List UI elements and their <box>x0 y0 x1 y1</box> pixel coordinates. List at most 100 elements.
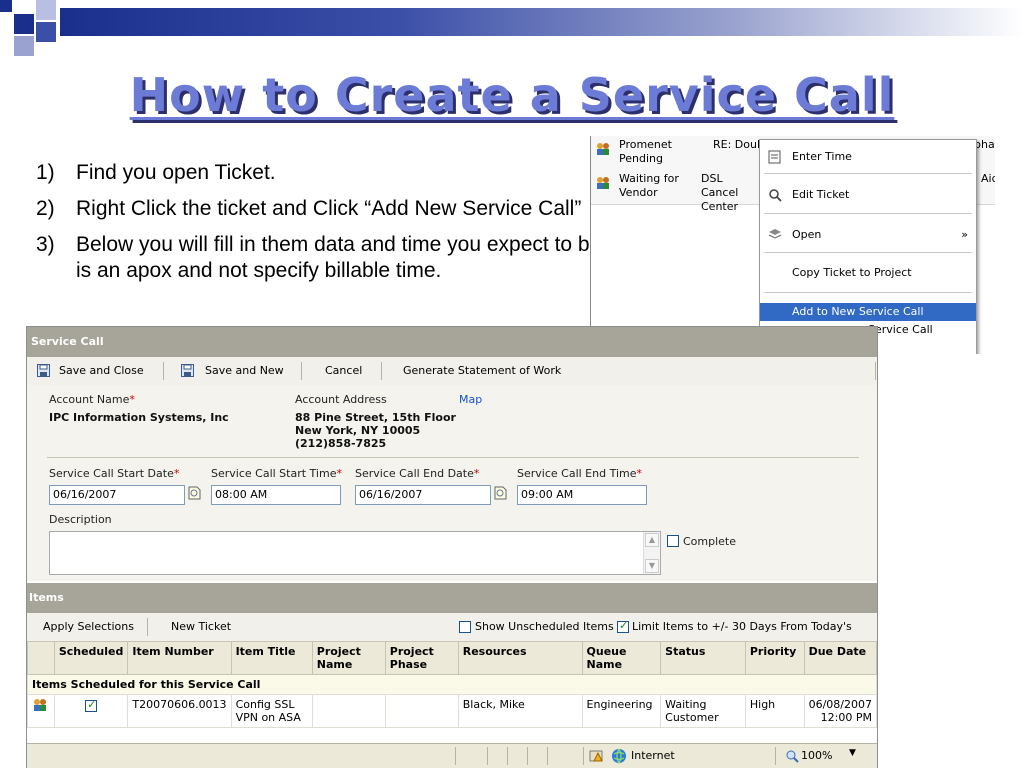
menu-separator <box>764 292 972 293</box>
cancel-button[interactable]: Cancel <box>325 357 362 385</box>
items-toolbar: Apply Selections New Ticket Show Unsched… <box>27 613 877 661</box>
ticket-people-icon <box>597 177 609 189</box>
end-time-label: Service Call End Time* <box>517 467 643 480</box>
menu-separator <box>764 173 972 174</box>
button-label: Generate Statement of Work <box>403 364 562 377</box>
calendar-icon[interactable] <box>187 486 201 500</box>
row-icon-cell <box>27 694 55 728</box>
ticket-company: Aid <box>981 172 995 185</box>
complete-label: Complete <box>683 535 737 548</box>
new-ticket-button[interactable]: New Ticket <box>171 613 231 641</box>
toolbar-separator <box>381 362 382 380</box>
column-header-icon <box>27 641 55 675</box>
limit-items-checkbox[interactable] <box>617 619 629 633</box>
column-header[interactable]: Scheduled <box>53 641 129 675</box>
resources-cell: Black, Mike <box>457 694 583 728</box>
items-header: Items <box>27 583 877 613</box>
ticket-status: Promenet Pending <box>619 138 672 165</box>
column-header[interactable]: Item Number <box>127 641 232 675</box>
submenu-arrow-icon: » <box>961 228 968 241</box>
scheduled-checkbox[interactable] <box>85 698 98 712</box>
form-divider <box>47 457 859 458</box>
description-textarea[interactable]: ▲ ▼ <box>49 531 661 575</box>
chevron-down-icon[interactable]: ▼ <box>849 748 856 758</box>
complete-checkbox[interactable] <box>667 535 679 547</box>
browser-status-bar: Internet 100% ▼ <box>27 743 877 768</box>
end-time-field[interactable]: 09:00 AM <box>517 485 647 505</box>
service-call-window: Service Call Save and Close Save and New… <box>26 326 878 768</box>
status-cell <box>507 747 508 765</box>
account-address-label: Account Address <box>295 393 387 406</box>
due-date-cell: 06/08/2007 12:00 PM <box>803 694 878 728</box>
address-line2: New York, NY 10005 <box>295 424 421 437</box>
scroll-up-icon[interactable]: ▲ <box>645 533 659 547</box>
menu-item-label: Open <box>792 228 822 241</box>
status-cell: Waiting Customer <box>660 694 746 728</box>
scroll-down-icon[interactable]: ▼ <box>645 559 659 573</box>
zoom-icon[interactable] <box>785 749 799 763</box>
column-header[interactable]: Priority <box>744 641 805 675</box>
due-time: 12:00 PM <box>820 711 872 724</box>
title-gradient-bar <box>60 8 1024 36</box>
security-warning-icon[interactable] <box>589 749 603 763</box>
save-and-new-button[interactable]: Save and New <box>181 357 284 385</box>
step-number: 1) <box>36 161 55 184</box>
end-date-label: Service Call End Date* <box>355 467 480 480</box>
status-cell <box>547 747 548 765</box>
enter-time-icon <box>768 150 781 164</box>
account-name-label: Account Name* <box>49 393 135 406</box>
apply-selections-button[interactable]: Apply Selections <box>43 613 134 641</box>
item-title-cell: Config SSL VPN on ASA <box>230 694 313 728</box>
column-header[interactable]: Status <box>660 641 746 675</box>
start-time-label: Service Call Start Time* <box>211 467 342 480</box>
menu-item-label: Enter Time <box>792 150 852 163</box>
calendar-icon[interactable] <box>493 486 507 500</box>
menu-item-label: Edit Ticket <box>792 188 850 201</box>
button-label: Save and Close <box>59 364 144 377</box>
table-row[interactable]: T20070606.0013 Config SSL VPN on ASA Bla… <box>27 694 878 728</box>
start-date-label: Service Call Start Date* <box>49 467 180 480</box>
menu-edit-ticket[interactable]: Edit Ticket <box>760 184 976 206</box>
menu-enter-time[interactable]: Enter Time <box>760 146 976 168</box>
show-unscheduled-label: Show Unscheduled Items <box>475 620 614 633</box>
save-and-close-button[interactable]: Save and Close <box>37 357 144 385</box>
table-header-row: Scheduled Item Number Item Title Project… <box>27 641 878 675</box>
column-header[interactable]: Resources <box>457 641 583 675</box>
status-cell <box>775 747 776 765</box>
end-date-field[interactable]: 06/16/2007 <box>355 485 491 505</box>
project-phase-cell <box>384 694 459 728</box>
start-time-field[interactable]: 08:00 AM <box>211 485 341 505</box>
menu-separator <box>764 213 972 214</box>
menu-add-new-service-call[interactable]: Add to New Service Call <box>760 303 976 321</box>
toolbar-separator <box>147 618 148 636</box>
menu-copy-ticket[interactable]: Copy Ticket to Project <box>760 262 976 284</box>
status-cell <box>583 747 584 765</box>
menu-open[interactable]: Open » <box>760 224 976 246</box>
toolbar-separator <box>163 362 164 380</box>
priority-cell: High <box>744 694 805 728</box>
toolbar-separator <box>301 362 302 380</box>
due-date: 06/08/2007 <box>808 698 872 711</box>
globe-icon <box>612 748 626 764</box>
column-header[interactable]: Due Date <box>803 641 878 675</box>
show-unscheduled-checkbox[interactable] <box>459 621 471 633</box>
button-label: Cancel <box>325 364 363 377</box>
toolbar-separator <box>875 362 876 380</box>
column-header[interactable]: Item Title <box>230 641 313 675</box>
generate-statement-button[interactable]: Generate Statement of Work <box>403 357 561 385</box>
menu-item-label: Add to New Service Call <box>792 305 924 318</box>
start-date-field[interactable]: 06/16/2007 <box>49 485 185 505</box>
description-scrollbar[interactable]: ▲ ▼ <box>643 532 660 574</box>
map-link[interactable]: Map <box>459 393 482 406</box>
magnifier-icon <box>769 189 782 202</box>
column-header[interactable]: Project Name <box>311 641 386 675</box>
step-number: 3) <box>36 233 55 256</box>
column-header[interactable]: Queue Name <box>581 641 662 675</box>
zoom-level[interactable]: 100% <box>801 749 832 762</box>
status-cell <box>455 747 456 765</box>
slide-title: How to Create a Service Call <box>129 68 895 122</box>
address-line3: (212)858-7825 <box>295 437 387 450</box>
context-menu-screenshot: Promenet Pending RE: Double Alpha Group … <box>590 136 995 354</box>
column-header[interactable]: Project Phase <box>384 641 459 675</box>
context-menu: Enter Time Edit Ticket Open » Copy Ticke… <box>759 139 977 354</box>
